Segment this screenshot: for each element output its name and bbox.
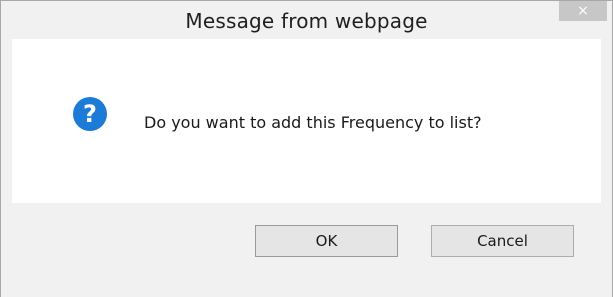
dialog-title: Message from webpage — [185, 9, 428, 33]
dialog-bottom-edge — [1, 285, 612, 297]
svg-text:?: ? — [83, 100, 97, 128]
dialog-content: ? Do you want to add this Frequency to l… — [12, 39, 601, 203]
ok-button[interactable]: OK — [255, 225, 398, 257]
dialog-message: Do you want to add this Frequency to lis… — [144, 113, 482, 132]
cancel-button[interactable]: Cancel — [431, 225, 574, 257]
close-icon: × — [577, 3, 589, 19]
dialog-titlebar[interactable]: Message from webpage × — [1, 1, 612, 39]
message-dialog: Message from webpage × ? Do you want to … — [0, 0, 613, 297]
question-icon: ? — [73, 97, 107, 131]
close-button[interactable]: × — [559, 1, 607, 21]
